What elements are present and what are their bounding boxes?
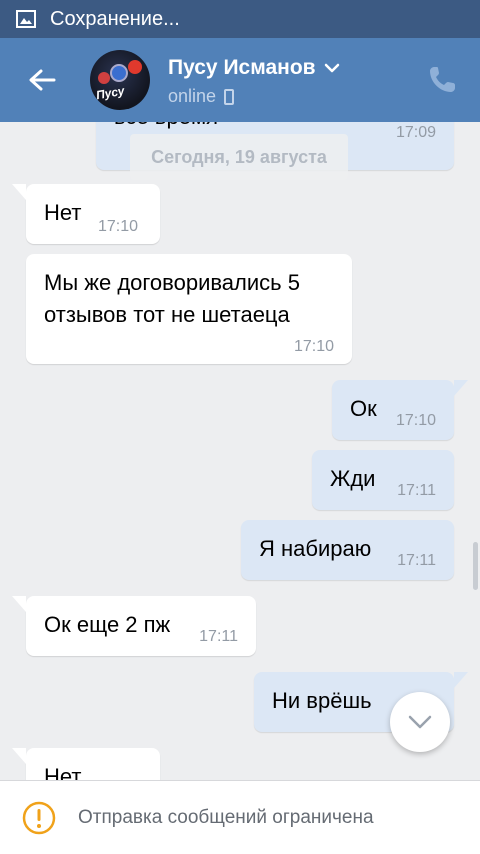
status-bar: Сохранение... [0,0,480,38]
message-text-line-2: отзывов тот не шетаеца [44,302,290,327]
message-outgoing[interactable]: Я набираю 17:11 [241,520,454,580]
contact-status: online [168,86,235,107]
message-time: 17:10 [293,338,334,355]
message-list[interactable]: всё время 17:09 Сегодня, 19 августа Нет … [0,122,480,780]
back-button[interactable] [22,60,62,100]
message-outgoing[interactable]: Ок 17:10 [332,380,468,440]
bubble-tail [12,596,26,612]
message-text: всё время [114,122,218,132]
avatar-decoration [110,64,128,82]
bubble-tail [12,748,26,764]
chat-header: Пусу Пусу Исманов online [0,38,480,122]
status-bar-text: Сохранение... [50,7,180,30]
scroll-down-button[interactable] [390,692,450,752]
mobile-icon [224,88,235,105]
message-incoming[interactable]: Ок еще 2 пж 17:11 [12,596,256,656]
bubble-tail [454,380,468,396]
message-text: Нет [44,764,82,780]
chevron-down-icon [408,715,432,729]
message-text: Жди [330,466,376,491]
message-incoming[interactable]: Мы же договоривались 5 отзывов тот не ше… [26,254,352,364]
message-incoming[interactable]: Нет 17:10 [12,184,160,244]
message-time: 17:10 [98,218,139,235]
avatar-decoration [98,72,110,84]
restriction-banner: Отправка сообщений ограничена [0,780,480,854]
warning-icon [22,801,56,834]
arrow-left-icon [29,69,56,91]
message-time: 17:10 [395,412,436,429]
contact-status-label: online [168,86,217,106]
message-text: Нет [44,200,82,225]
contact-name[interactable]: Пусу Исманов [168,56,340,80]
message-text: Ни врёшь [272,688,372,713]
image-icon [16,10,36,28]
message-text-line-1: Мы же договоривались 5 [44,270,300,295]
bubble-tail [12,184,26,200]
phone-icon[interactable] [424,62,460,98]
scrollbar[interactable] [473,542,478,590]
message-text: Я набираю [259,536,372,561]
message-time: 17:09 [395,124,436,141]
avatar[interactable]: Пусу [90,50,150,110]
bubble-tail [454,672,468,688]
message-time: 17:11 [397,482,436,499]
contact-name-label: Пусу Исманов [168,56,316,79]
date-separator: Сегодня, 19 августа [130,134,348,180]
message-time: 17:11 [397,552,436,569]
restriction-text: Отправка сообщений ограничена [78,806,374,828]
message-time: 17:11 [199,628,238,645]
message-text: Ок [350,396,377,421]
message-incoming[interactable]: Нет [12,748,160,780]
chevron-down-icon [324,63,339,73]
avatar-decoration [128,60,142,74]
message-outgoing[interactable]: Жди 17:11 [312,450,454,510]
avatar-text: Пусу [95,83,126,103]
message-text: Ок еще 2 пж [44,612,171,637]
